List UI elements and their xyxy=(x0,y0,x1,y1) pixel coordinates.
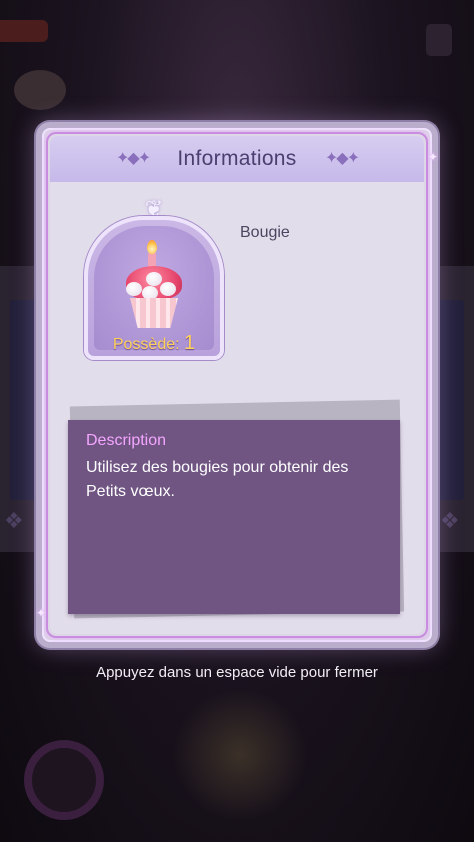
background-badge xyxy=(0,20,48,42)
item-name: Bougie xyxy=(240,224,290,241)
sparkle-ornament-icon: ✦◆✦ xyxy=(116,150,151,167)
dialog-header: ✦◆✦ Informations ✦◆✦ xyxy=(50,136,424,182)
owned-count-value: 1 xyxy=(184,332,196,354)
sparkle-icon: ✦ xyxy=(427,150,438,164)
cupcake-wrapper xyxy=(130,298,178,328)
sparkle-ornament-icon: ✦◆✦ xyxy=(324,150,360,167)
background-panel-right-card xyxy=(434,300,464,500)
background-character xyxy=(170,690,310,820)
cream-topping xyxy=(126,282,142,296)
background-cake-icon xyxy=(14,70,66,110)
owned-label: Possède: xyxy=(112,336,180,353)
background-corner-ornament-icon: ❖ xyxy=(4,508,24,533)
background-menu-icon xyxy=(426,24,452,56)
birthday-candle-cupcake-icon xyxy=(118,240,190,334)
cream-topping xyxy=(142,286,158,300)
owned-count: Possède: 1 xyxy=(84,332,224,355)
description-heading: Description xyxy=(86,432,167,449)
close-hint: Appuyez dans un espace vide pour fermer xyxy=(96,664,378,681)
cream-topping xyxy=(146,272,162,286)
cream-topping xyxy=(160,282,176,296)
candle-flame xyxy=(147,240,157,254)
sparkle-icon: ✦ xyxy=(36,606,47,620)
background-ring-button xyxy=(24,740,104,820)
description-text: Utilisez des bougies pour obtenir des Pe… xyxy=(86,459,349,500)
description-box: Description Utilisez des bougies pour ob… xyxy=(68,420,400,614)
dialog-title: Informations xyxy=(177,147,297,170)
item-portrait: ❦ Possède: 1 xyxy=(84,196,224,360)
background-corner-ornament-icon: ❖ xyxy=(440,508,460,533)
